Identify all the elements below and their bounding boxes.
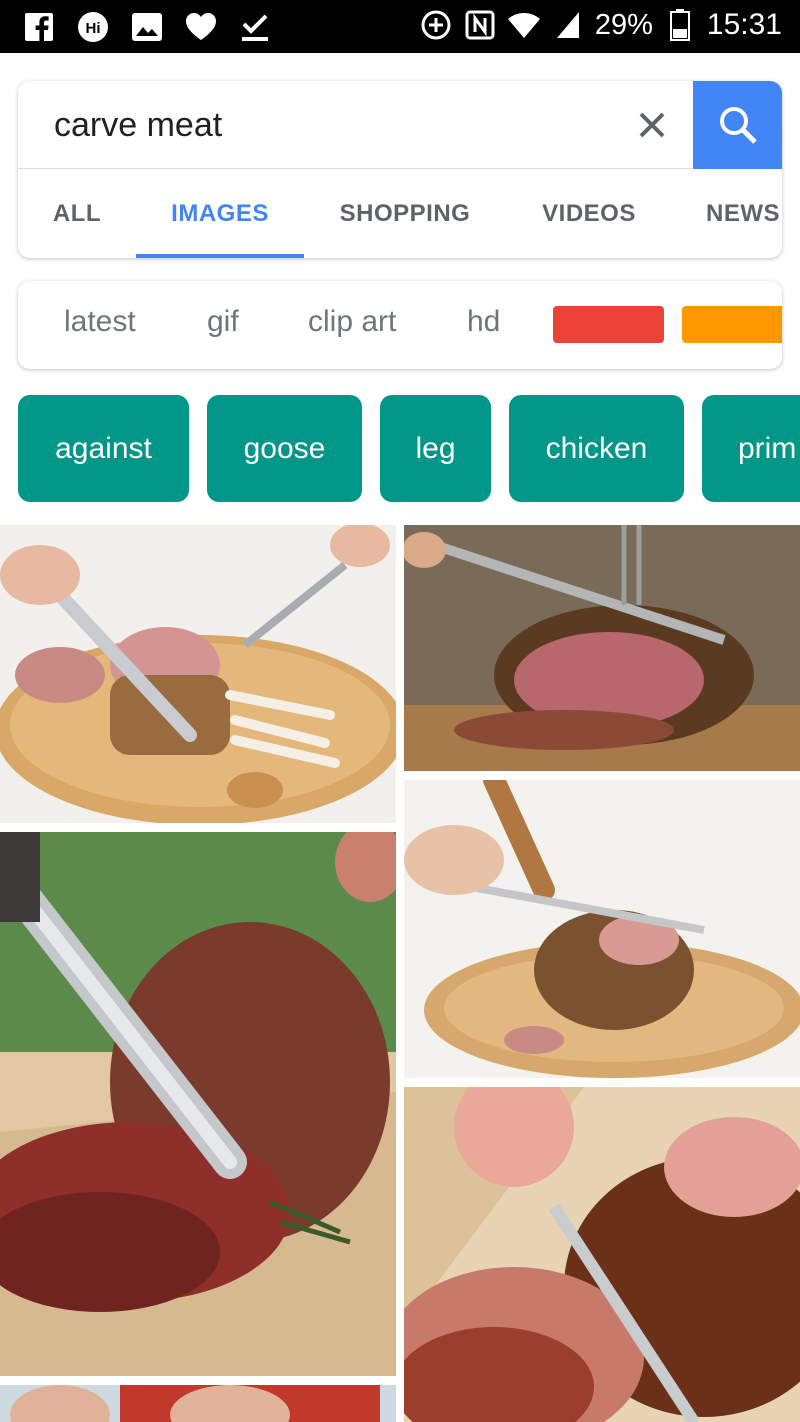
color-filter-red[interactable]	[553, 306, 664, 343]
tab-all[interactable]: ALL	[18, 169, 136, 258]
chip-against[interactable]: against	[18, 395, 189, 502]
search-input[interactable]: carve meat	[54, 106, 222, 145]
filter-clip-art[interactable]: clip art	[308, 305, 396, 339]
gallery-icon	[130, 10, 164, 44]
close-icon	[639, 112, 665, 138]
battery-percent: 29%	[594, 8, 653, 41]
chip-leg[interactable]: leg	[380, 395, 491, 502]
filter-gif[interactable]: gif	[207, 305, 239, 339]
filter-latest[interactable]: latest	[64, 305, 136, 339]
image-result-roast-beef[interactable]	[0, 832, 396, 1376]
image-result-leg-of-lamb[interactable]	[404, 780, 800, 1078]
battery-icon	[663, 8, 697, 42]
image-result-partial[interactable]	[0, 1385, 396, 1422]
search-card: carve meat ALL IMAGES SHOPPING VIDEOS NE…	[18, 81, 782, 258]
signal-icon	[551, 8, 585, 42]
filter-hd[interactable]: hd	[467, 305, 500, 339]
chip-goose[interactable]: goose	[207, 395, 362, 502]
color-filter-orange[interactable]	[682, 306, 782, 343]
tab-videos[interactable]: VIDEOS	[518, 169, 660, 258]
nfc-icon	[463, 8, 497, 42]
image-result-carved-roast[interactable]	[404, 1087, 800, 1422]
clock: 15:31	[706, 8, 782, 41]
search-icon	[719, 107, 757, 144]
filter-bar: latest gif clip art hd	[18, 281, 782, 369]
heart-icon	[184, 10, 218, 44]
svg-text:Hi: Hi	[86, 20, 101, 37]
hd-icon: Hi	[76, 10, 110, 44]
chip-prim[interactable]: prim	[702, 395, 800, 502]
data-saver-icon	[419, 8, 453, 42]
image-result-prime-rib[interactable]	[404, 525, 800, 771]
status-bar: Hi 29% 15:31	[0, 0, 800, 53]
search-button[interactable]	[693, 81, 782, 169]
active-tab-indicator	[136, 254, 304, 258]
search-tabs: ALL IMAGES SHOPPING VIDEOS NEWS	[18, 169, 782, 258]
facebook-icon	[22, 10, 56, 44]
download-done-icon	[238, 10, 272, 44]
tab-news[interactable]: NEWS	[690, 169, 782, 258]
search-bar: carve meat	[18, 81, 782, 169]
tab-shopping[interactable]: SHOPPING	[322, 169, 488, 258]
chip-chicken[interactable]: chicken	[509, 395, 684, 502]
tab-images[interactable]: IMAGES	[136, 169, 304, 258]
clear-search-button[interactable]	[630, 103, 674, 147]
image-result-rack-of-lamb[interactable]	[0, 525, 396, 823]
wifi-icon	[507, 8, 541, 42]
